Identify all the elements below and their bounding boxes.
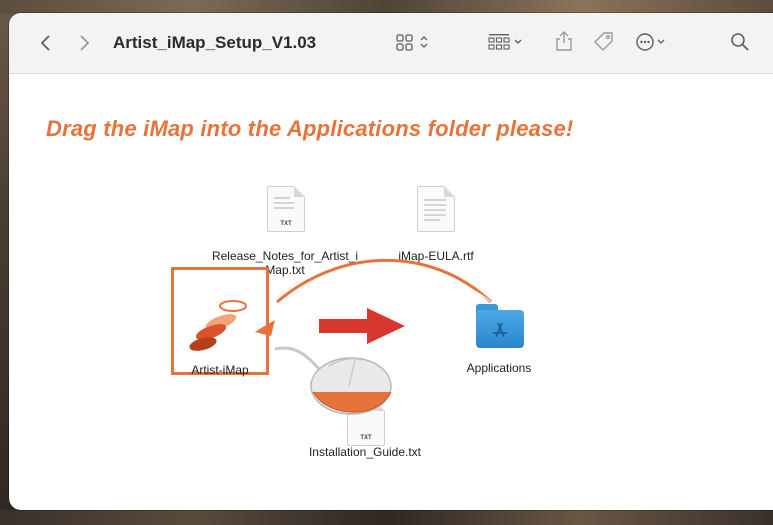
curved-arrow-icon (276, 258, 493, 304)
mouse-icon (310, 357, 392, 415)
drag-instruction-overlay (255, 258, 493, 415)
icon-view-icon[interactable] (395, 31, 437, 57)
toolbar: Artist_iMap_Setup_V1.03 (9, 13, 773, 74)
desktop-background-top (0, 0, 773, 14)
ellipsis-circle-icon[interactable] (634, 31, 676, 57)
chevron-left-icon[interactable] (39, 33, 53, 57)
finder-window: Artist_iMap_Setup_V1.03 Drag the iMap in… (9, 13, 773, 510)
search-icon[interactable] (729, 31, 751, 57)
folder-content: Drag the iMap into the Applications fold… (9, 74, 773, 510)
window-title: Artist_iMap_Setup_V1.03 (113, 33, 317, 52)
share-icon[interactable] (554, 29, 574, 57)
desktop-background-bottom (0, 510, 773, 525)
mouse-cable-icon (274, 346, 326, 376)
group-by-icon[interactable] (487, 31, 529, 57)
chevron-right-icon[interactable] (77, 33, 91, 57)
right-arrow-icon (319, 308, 405, 344)
tag-icon[interactable] (592, 31, 616, 57)
